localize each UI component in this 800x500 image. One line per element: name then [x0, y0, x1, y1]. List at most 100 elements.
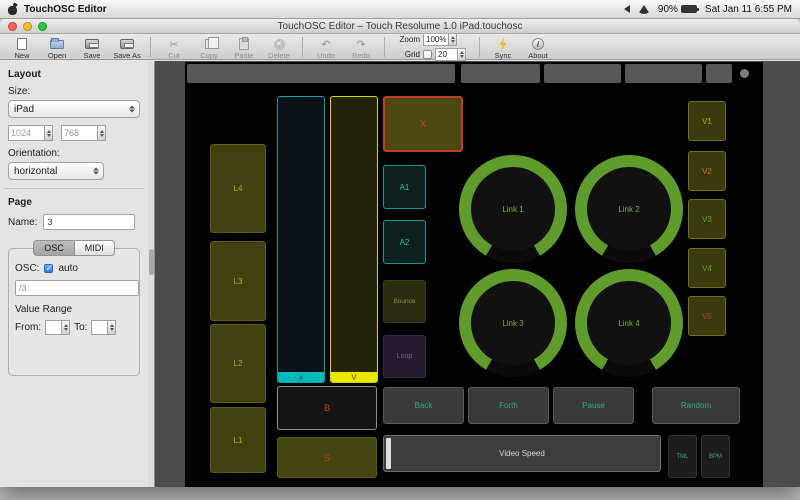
window-title: TouchOSC Editor – Touch Resolume 1.0 iPa…: [277, 20, 523, 32]
to-stepper[interactable]: [91, 320, 117, 335]
lightning-bolt-icon: [499, 37, 507, 51]
page-tab[interactable]: [706, 64, 732, 83]
orientation-label: Orientation:: [8, 148, 60, 159]
copy-button[interactable]: Copy: [193, 34, 225, 59]
grid-stepper[interactable]: 20: [435, 47, 466, 61]
width-stepper[interactable]: 1024: [8, 125, 53, 141]
control-button-v4[interactable]: V4: [688, 248, 726, 288]
control-button-v1[interactable]: V1: [688, 101, 726, 141]
menu-app-name[interactable]: TouchOSC Editor: [24, 4, 107, 15]
transport-back-button[interactable]: Back: [383, 387, 464, 424]
control-button-bpm[interactable]: BPM: [701, 435, 730, 478]
control-button-bounce[interactable]: Bounce: [383, 280, 426, 323]
transport-random-button[interactable]: Random: [652, 387, 740, 424]
about-button[interactable]: i About: [522, 34, 554, 59]
page-tab[interactable]: [625, 64, 702, 83]
page-tab[interactable]: [187, 64, 455, 83]
delete-icon: ✕: [273, 38, 285, 50]
size-select[interactable]: iPad: [8, 100, 140, 118]
clipboard-icon: [239, 37, 249, 50]
tab-osc[interactable]: OSC: [33, 240, 74, 256]
page-name-input[interactable]: [43, 214, 136, 230]
control-button-v2[interactable]: V2: [688, 151, 726, 191]
title-bar[interactable]: TouchOSC Editor – Touch Resolume 1.0 iPa…: [0, 19, 800, 34]
fader-v[interactable]: V: [330, 96, 378, 383]
control-button-tml[interactable]: TML: [668, 435, 697, 478]
tab-midi[interactable]: MIDI: [73, 240, 115, 256]
control-button-v5[interactable]: V5: [688, 296, 726, 336]
height-stepper[interactable]: 768: [61, 125, 106, 141]
control-button-v3[interactable]: V3: [688, 199, 726, 239]
rotary-knob-link2[interactable]: Link 2: [575, 155, 683, 263]
orientation-select[interactable]: horizontal: [8, 162, 104, 180]
osc-label: OSC:: [15, 263, 40, 274]
value-range-label: Value Range: [15, 304, 73, 315]
redo-button[interactable]: ↷ Redo: [345, 34, 377, 59]
delete-button[interactable]: ✕ Delete: [263, 34, 295, 59]
control-button-l4[interactable]: L4: [210, 144, 266, 233]
toolbar-separator: [302, 36, 303, 57]
grid-checkbox[interactable]: [423, 49, 432, 59]
cut-button[interactable]: ✂ Cut: [158, 34, 190, 59]
save-as-button[interactable]: Save As: [111, 34, 143, 59]
inspector-sidebar: Layout Size: iPad 1024 768 Orientation: …: [0, 61, 148, 487]
page-indicator-dot[interactable]: [740, 69, 749, 78]
video-speed-fader[interactable]: Video Speed: [383, 435, 661, 472]
auto-label: auto: [58, 263, 78, 274]
control-button-loop[interactable]: Loop: [383, 335, 426, 378]
control-button-l3[interactable]: L3: [210, 241, 266, 321]
undo-button[interactable]: ↶ Undo: [310, 34, 342, 59]
apple-menu-icon[interactable]: [8, 4, 17, 15]
layout-canvas[interactable]: L4 L3 L2 L1 x V X A1 A2 Bounce Loop Link…: [185, 62, 763, 487]
scissors-icon: ✂: [169, 37, 179, 51]
control-button-a1[interactable]: A1: [383, 165, 426, 209]
control-button-s[interactable]: S: [277, 437, 377, 478]
wifi-icon[interactable]: [637, 4, 650, 14]
save-as-drive-icon: [120, 39, 134, 49]
save-drive-icon: [85, 39, 99, 49]
zoom-window-button[interactable]: [38, 22, 47, 31]
rotary-knob-link1[interactable]: Link 1: [459, 155, 567, 263]
osc-address-input[interactable]: [15, 280, 139, 296]
toolbar-separator: [479, 36, 480, 57]
save-button[interactable]: Save: [76, 34, 108, 59]
rotary-knob-link4[interactable]: Link 4: [575, 269, 683, 377]
control-button-b[interactable]: B: [277, 386, 377, 430]
layout-header: Layout: [8, 69, 41, 80]
fader-handle[interactable]: [386, 438, 391, 469]
grid-label: Grid: [404, 49, 420, 59]
close-button[interactable]: [8, 22, 17, 31]
menu-bar: TouchOSC Editor 90% Sat Jan 11 6:55 PM: [0, 0, 800, 19]
zoom-grid-group: Zoom 100% Grid 20: [398, 32, 466, 61]
rotary-knob-link3[interactable]: Link 3: [459, 269, 567, 377]
control-button-x[interactable]: X: [383, 96, 463, 152]
transport-pause-button[interactable]: Pause: [553, 387, 634, 424]
sidebar-divider: [4, 188, 144, 189]
to-label: To:: [74, 322, 88, 333]
from-stepper[interactable]: [45, 320, 71, 335]
minimize-button[interactable]: [23, 22, 32, 31]
page-tab[interactable]: [461, 64, 540, 83]
toolbar-separator: [384, 36, 385, 57]
control-button-l1[interactable]: L1: [210, 407, 266, 473]
volume-icon[interactable]: [623, 5, 630, 13]
open-button[interactable]: Open: [41, 34, 73, 59]
battery-status[interactable]: 90%: [658, 4, 699, 15]
battery-icon: [680, 5, 699, 13]
toolbar-separator: [150, 36, 151, 57]
page-header: Page: [8, 197, 32, 208]
zoom-stepper[interactable]: 100%: [423, 32, 458, 46]
fader-x[interactable]: x: [277, 96, 325, 383]
menu-clock[interactable]: Sat Jan 11 6:55 PM: [705, 4, 792, 15]
transport-forth-button[interactable]: Forth: [468, 387, 549, 424]
new-button[interactable]: New: [6, 34, 38, 59]
paste-button[interactable]: Paste: [228, 34, 260, 59]
scrollbar-thumb[interactable]: [149, 249, 154, 275]
control-button-l2[interactable]: L2: [210, 324, 266, 403]
page-tab[interactable]: [544, 64, 621, 83]
sync-button[interactable]: Sync: [487, 34, 519, 59]
control-button-a2[interactable]: A2: [383, 220, 426, 264]
sidebar-scrollbar[interactable]: [148, 61, 155, 487]
select-arrows-icon: [129, 105, 135, 113]
osc-auto-checkbox[interactable]: [44, 264, 54, 273]
